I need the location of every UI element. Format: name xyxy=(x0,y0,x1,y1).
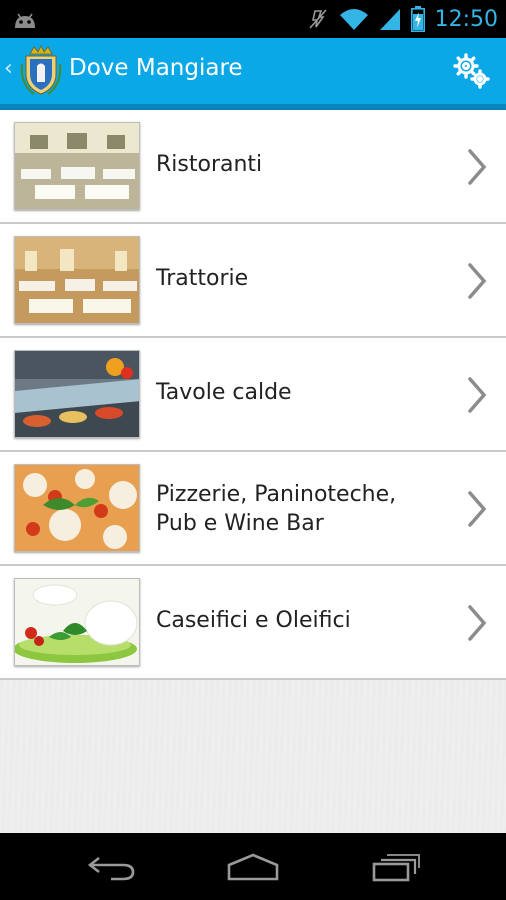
recent-apps-button[interactable] xyxy=(364,847,428,887)
chevron-right-icon xyxy=(468,605,487,641)
page-title: Dove Mangiare xyxy=(69,55,243,81)
list-item-label: Ristoranti xyxy=(156,150,262,179)
list-item-ristoranti[interactable]: Ristoranti xyxy=(0,110,506,224)
home-button[interactable] xyxy=(221,847,285,887)
category-list: Ristoranti Trattorie Tavole calde Pizzer… xyxy=(0,110,506,680)
list-item-label: Pizzerie, Paninoteche, Pub e Wine Bar xyxy=(156,480,396,538)
chevron-right-icon xyxy=(468,377,487,413)
label-line: Pizzerie, Paninoteche, xyxy=(156,482,397,507)
signal-icon xyxy=(379,9,400,30)
list-item-caseifici[interactable]: Caseifici e Oleifici xyxy=(0,566,506,680)
label-line: Caseifici e Oleifici xyxy=(156,608,351,633)
label-line: Tavole calde xyxy=(156,380,292,405)
up-caret-icon[interactable]: ‹ xyxy=(4,56,13,81)
list-item-trattorie[interactable]: Trattorie xyxy=(0,224,506,338)
status-bar: 12:50 xyxy=(0,0,506,38)
thumbnail-trattoria-image xyxy=(14,236,140,324)
settings-button[interactable] xyxy=(448,48,494,94)
back-icon xyxy=(87,856,135,881)
clock: 12:50 xyxy=(434,6,498,32)
home-icon xyxy=(227,853,279,881)
recent-apps-icon xyxy=(372,854,420,882)
navigation-bar xyxy=(0,833,506,900)
list-item-pizzerie[interactable]: Pizzerie, Paninoteche, Pub e Wine Bar xyxy=(0,452,506,566)
list-item-label: Tavole calde xyxy=(156,378,292,407)
coat-of-arms-icon[interactable] xyxy=(20,44,62,98)
list-item-label: Caseifici e Oleifici xyxy=(156,606,351,635)
thumbnail-restaurant-image xyxy=(14,122,140,210)
label-line: Ristoranti xyxy=(156,152,263,177)
thumbnail-mozzarella-image xyxy=(14,578,140,666)
list-item-label: Trattorie xyxy=(156,264,248,293)
chevron-right-icon xyxy=(468,149,487,185)
thumbnail-buffet-image xyxy=(14,350,140,438)
content-area: Ristoranti Trattorie Tavole calde Pizzer… xyxy=(0,110,506,833)
list-item-tavole-calde[interactable]: Tavole calde xyxy=(0,338,506,452)
silent-icon xyxy=(308,9,327,29)
gears-icon xyxy=(453,53,490,89)
back-button[interactable] xyxy=(80,847,144,887)
thumbnail-pizza-image xyxy=(14,464,140,552)
battery-charging-icon xyxy=(410,6,425,32)
label-line: Trattorie xyxy=(156,266,249,291)
wifi-icon xyxy=(339,9,368,30)
chevron-right-icon xyxy=(468,263,487,299)
action-bar: ‹ Dove Mangiare xyxy=(0,38,506,104)
android-icon xyxy=(15,13,35,28)
label-line: Pub e Wine Bar xyxy=(156,511,324,536)
chevron-right-icon xyxy=(468,491,487,527)
